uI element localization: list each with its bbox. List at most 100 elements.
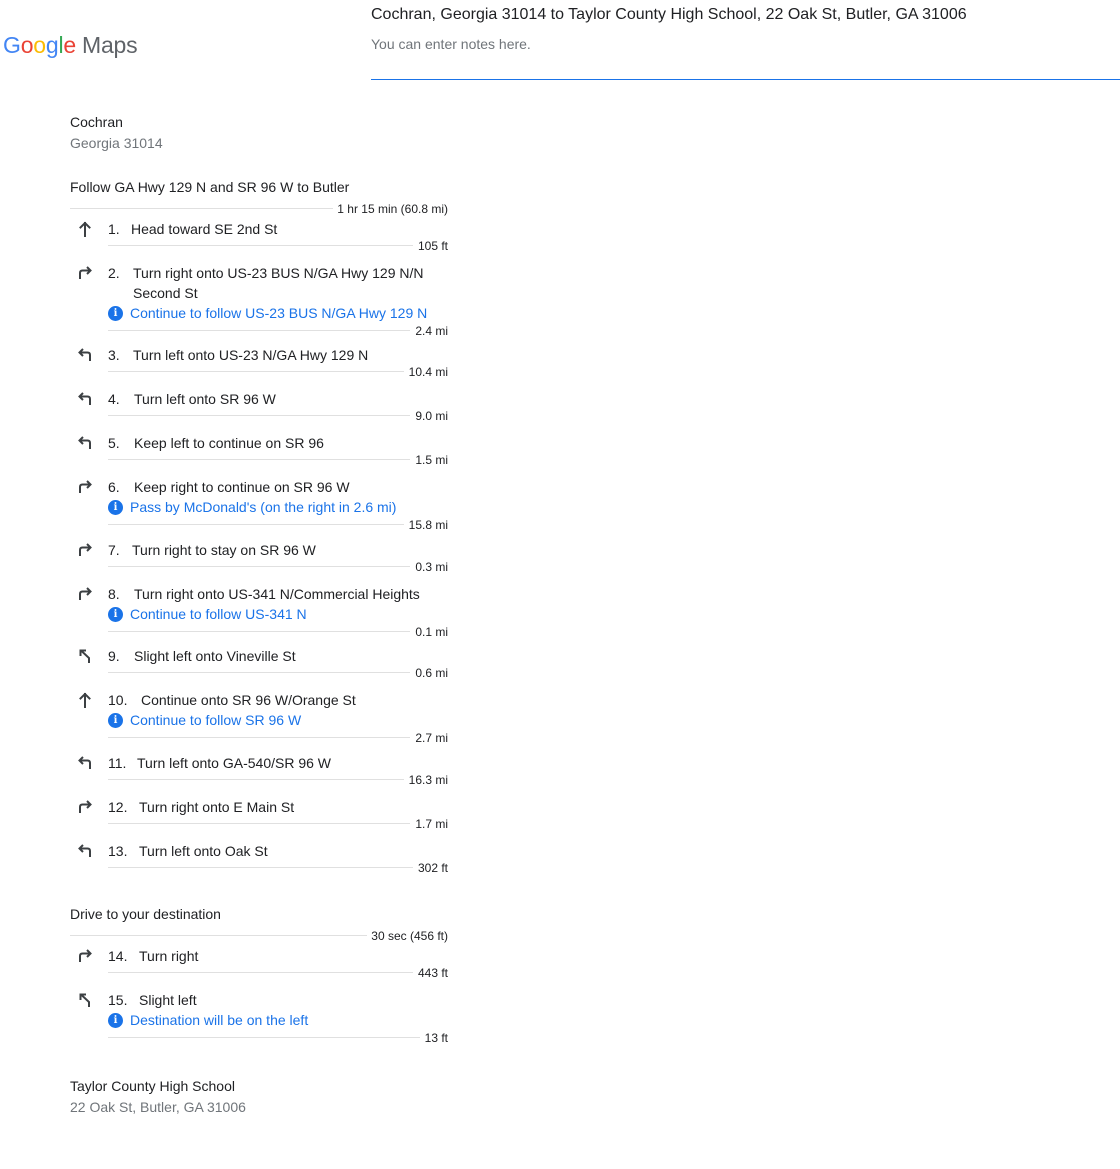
step-number: 7. [108, 542, 120, 558]
step-distance: 302 ft [412, 861, 448, 875]
turn-right-icon [76, 947, 94, 965]
origin-name: Cochran [70, 114, 123, 130]
step-divider [108, 823, 448, 824]
logo-letter: e [63, 32, 76, 58]
step-note-text: Continue to follow US-23 BUS N/GA Hwy 12… [130, 305, 428, 321]
step-note-text: Destination will be on the left [130, 1012, 309, 1028]
destination-name: Taylor County High School [70, 1078, 235, 1094]
logo-letter: o [20, 32, 34, 58]
step-distance: 10.4 mi [403, 365, 448, 379]
step-divider [108, 371, 448, 372]
step-divider [108, 672, 448, 673]
step-divider [108, 566, 448, 567]
notes-field[interactable]: You can enter notes here. [371, 35, 1120, 80]
step-distance: 1.5 mi [410, 453, 448, 467]
slight-left-icon [76, 991, 94, 1009]
step-number: 5. [108, 435, 120, 451]
logo-letter: G [3, 32, 21, 58]
step-number: 1. [108, 221, 120, 237]
section-summary: 30 sec (456 ft) [367, 929, 448, 943]
step-number: 12. [108, 799, 128, 815]
straight-arrow-icon [76, 220, 94, 238]
turn-left-icon [76, 842, 94, 860]
step-note-link[interactable]: i Continue to follow US-341 N [108, 604, 307, 624]
step-note-link[interactable]: i Continue to follow SR 96 W [108, 710, 301, 730]
step-instruction: Turn left onto GA-540/SR 96 W [137, 755, 332, 771]
step-instruction: Keep left to continue on SR 96 [134, 435, 324, 451]
step-number: 13. [108, 843, 128, 859]
step-divider [108, 972, 448, 973]
origin-block: Cochran Georgia 31014 [70, 113, 163, 152]
turn-left-icon [76, 346, 94, 364]
logo-maps-word: Maps [82, 32, 138, 58]
step-instruction: Turn left onto US-23 N/GA Hwy 129 N [133, 347, 369, 363]
step-instruction: Keep right to continue on SR 96 W [134, 479, 350, 495]
info-icon: i [108, 606, 123, 622]
step-divider [108, 415, 448, 416]
info-icon: i [108, 499, 123, 515]
turn-right-icon [76, 264, 94, 282]
turn-right-icon [76, 478, 94, 496]
step-instruction: Slight left [139, 992, 197, 1008]
step-number: 4. [108, 391, 120, 407]
step-instruction: Continue onto SR 96 W/Orange St [141, 692, 356, 708]
step-divider [108, 245, 448, 246]
step-divider [108, 631, 448, 632]
step-note-link[interactable]: i Pass by McDonald's (on the right in 2.6… [108, 497, 396, 517]
step-instruction: Turn right [139, 948, 199, 964]
info-icon: i [108, 305, 123, 321]
step-divider [108, 867, 448, 868]
step-instruction: Turn right to stay on SR 96 W [132, 542, 316, 558]
step-instruction: Slight left onto Vineville St [134, 648, 296, 664]
step-divider [108, 459, 448, 460]
step-distance: 13 ft [419, 1031, 448, 1045]
step-distance: 0.3 mi [410, 560, 448, 574]
destination-address: 22 Oak St, Butler, GA 31006 [70, 1099, 246, 1115]
logo-letter: o [33, 32, 46, 58]
step-divider [108, 737, 448, 738]
step-instruction: Turn left onto SR 96 W [134, 391, 276, 407]
step-number: 8. [108, 586, 120, 602]
step-distance: 0.6 mi [410, 666, 448, 680]
step-number: 14. [108, 948, 128, 964]
step-number: 11. [108, 755, 127, 771]
step-instruction: Turn right onto E Main St [139, 799, 295, 815]
google-maps-logo: Google Maps [3, 30, 138, 60]
step-instruction: Turn right onto US-23 BUS N/GA Hwy 129 N… [133, 265, 424, 301]
step-divider [108, 524, 448, 525]
step-instruction: Turn left onto Oak St [139, 843, 268, 859]
section-summary: 1 hr 15 min (60.8 mi) [333, 202, 448, 216]
step-distance: 2.4 mi [410, 324, 448, 338]
step-divider [108, 1037, 448, 1038]
turn-right-icon [76, 541, 94, 559]
turn-left-icon [76, 754, 94, 772]
step-distance: 16.3 mi [403, 773, 448, 787]
step-divider [108, 330, 448, 331]
origin-address: Georgia 31014 [70, 135, 163, 151]
step-distance: 105 ft [412, 239, 448, 253]
turn-left-icon [76, 390, 94, 408]
step-note-text: Continue to follow SR 96 W [130, 712, 302, 728]
step-distance: 0.1 mi [410, 625, 448, 639]
step-distance: 15.8 mi [403, 518, 448, 532]
step-number: 6. [108, 479, 120, 495]
turn-left-icon [76, 434, 94, 452]
slight-left-icon [76, 647, 94, 665]
step-number: 15. [108, 992, 128, 1008]
destination-block: Taylor County High School 22 Oak St, But… [70, 1077, 246, 1116]
turn-right-icon [76, 798, 94, 816]
logo-letter: g [45, 32, 59, 58]
turn-right-icon [76, 585, 94, 603]
step-number: 2. [108, 265, 120, 281]
step-number: 10. [108, 692, 128, 708]
step-number: 9. [108, 648, 120, 664]
route-title: Cochran, Georgia 31014 to Taylor County … [371, 6, 967, 23]
step-instruction: Head toward SE 2nd St [131, 221, 278, 237]
step-distance: 1.7 mi [410, 817, 448, 831]
step-note-link[interactable]: i Continue to follow US-23 BUS N/GA Hwy 1… [108, 303, 427, 323]
step-note-text: Pass by McDonald's (on the right in 2.6 … [130, 499, 397, 515]
step-distance: 9.0 mi [410, 409, 448, 423]
step-distance: 2.7 mi [410, 731, 448, 745]
step-note-link[interactable]: i Destination will be on the left [108, 1010, 308, 1030]
section-heading: Follow GA Hwy 129 N and SR 96 W to Butle… [70, 179, 350, 195]
